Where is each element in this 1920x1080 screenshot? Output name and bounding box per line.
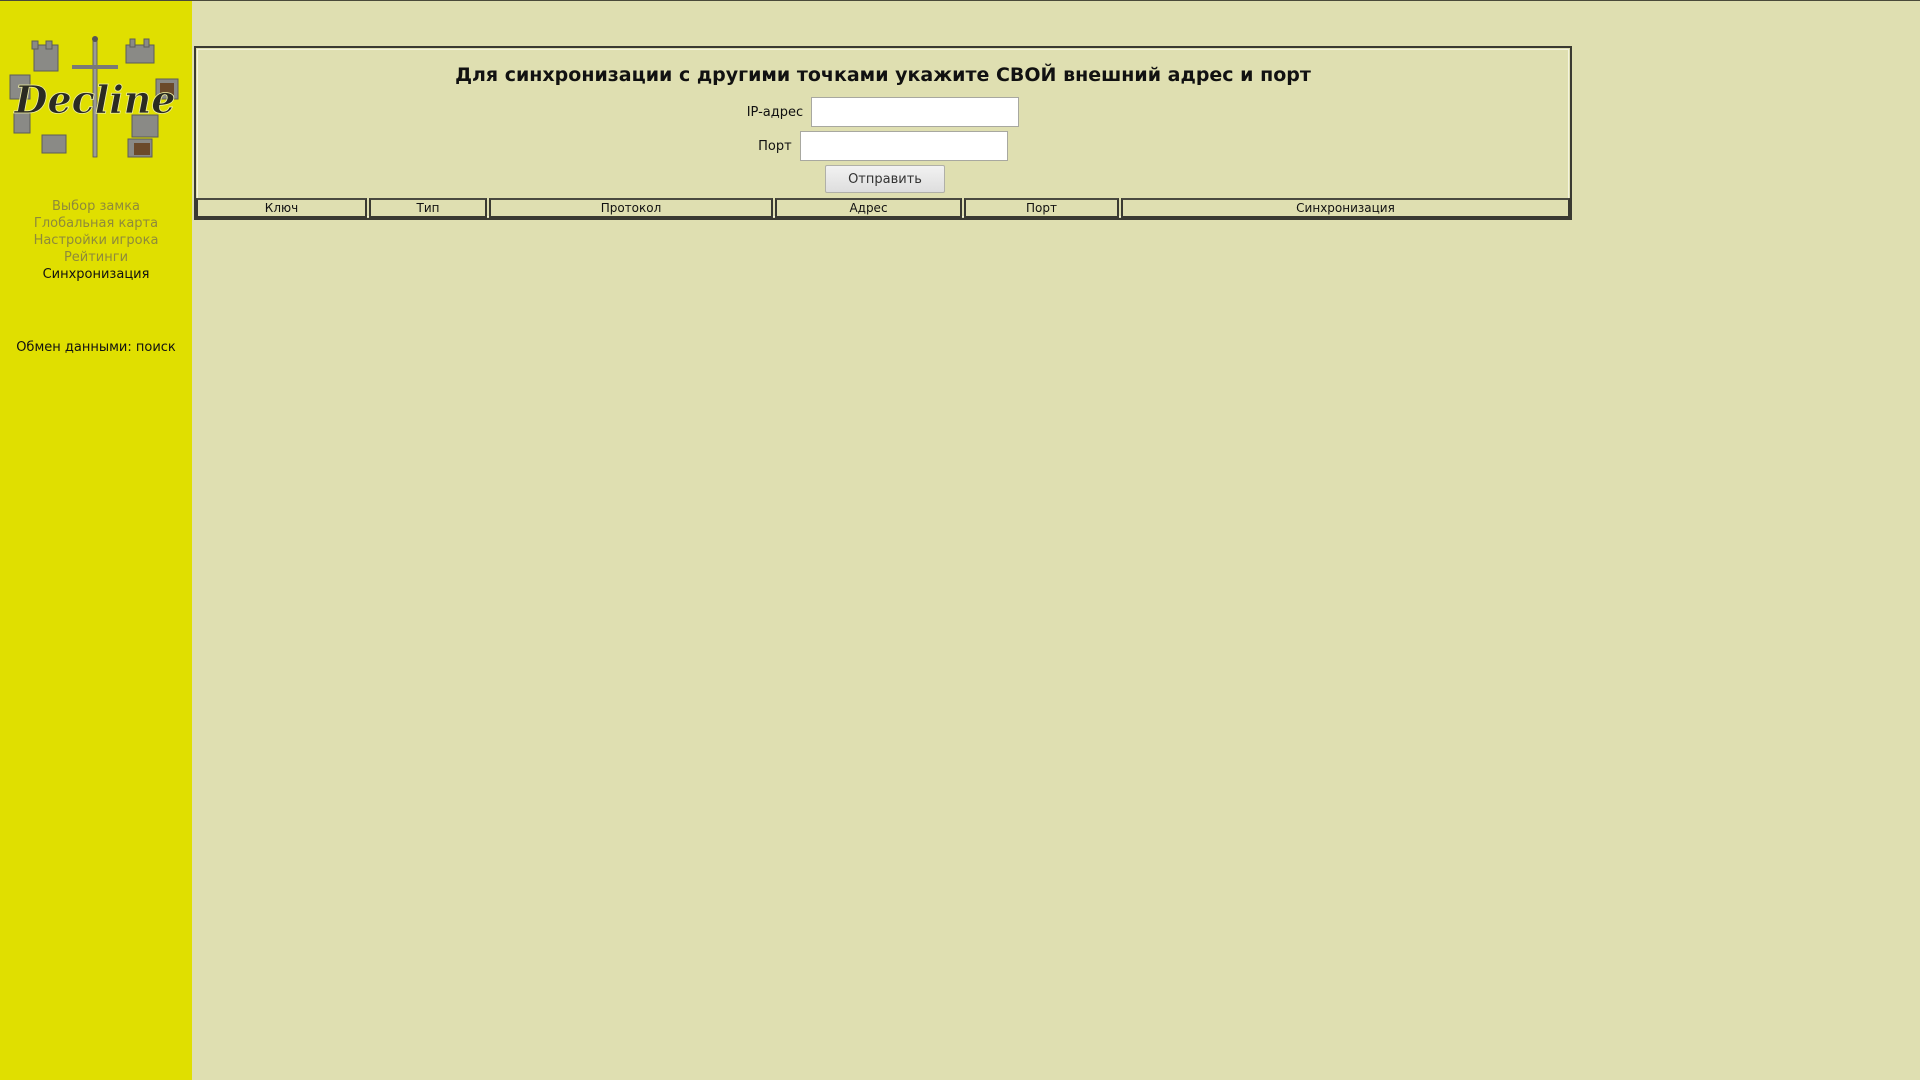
data-exchange-status: Обмен данными: поиск xyxy=(16,340,176,355)
port-row: Порт xyxy=(196,131,1570,161)
submit-button[interactable]: Отправить xyxy=(825,165,945,193)
nav-item-synchronization[interactable]: Синхронизация xyxy=(0,266,192,283)
port-input[interactable] xyxy=(799,131,1008,161)
column-header-protocol: Протокол xyxy=(489,198,773,218)
column-header-synchronization: Синхронизация xyxy=(1121,198,1570,218)
column-header-port: Порт xyxy=(964,198,1119,218)
top-border-line xyxy=(0,0,1920,1)
port-label: Порт xyxy=(758,138,792,154)
nav-item-global-map[interactable]: Глобальная карта xyxy=(0,215,192,232)
sidebar-nav: Выбор замка Глобальная карта Настройки и… xyxy=(0,198,192,283)
column-header-type: Тип xyxy=(369,198,487,218)
logo-text: Decline xyxy=(14,77,176,122)
nav-item-castle-selection[interactable]: Выбор замка xyxy=(0,198,192,215)
ip-address-input[interactable] xyxy=(811,97,1020,127)
nav-item-ratings[interactable]: Рейтинги xyxy=(0,249,192,266)
ip-label: IP-адрес xyxy=(746,104,804,120)
sidebar: Decline Выбор замка Глобальная карта Нас… xyxy=(0,1,192,1080)
column-header-address: Адрес xyxy=(775,198,962,218)
ip-row: IP-адрес xyxy=(196,97,1570,127)
column-header-key: Ключ xyxy=(196,198,367,218)
sync-panel: Для синхронизации с другими точками укаж… xyxy=(194,46,1572,220)
page-title: Для синхронизации с другими точками укаж… xyxy=(455,64,1311,86)
sync-table-header: Ключ Тип Протокол Адрес Порт Синхронизац… xyxy=(196,198,1570,218)
decline-logo: Decline xyxy=(9,36,179,158)
nav-item-player-settings[interactable]: Настройки игрока xyxy=(0,232,192,249)
